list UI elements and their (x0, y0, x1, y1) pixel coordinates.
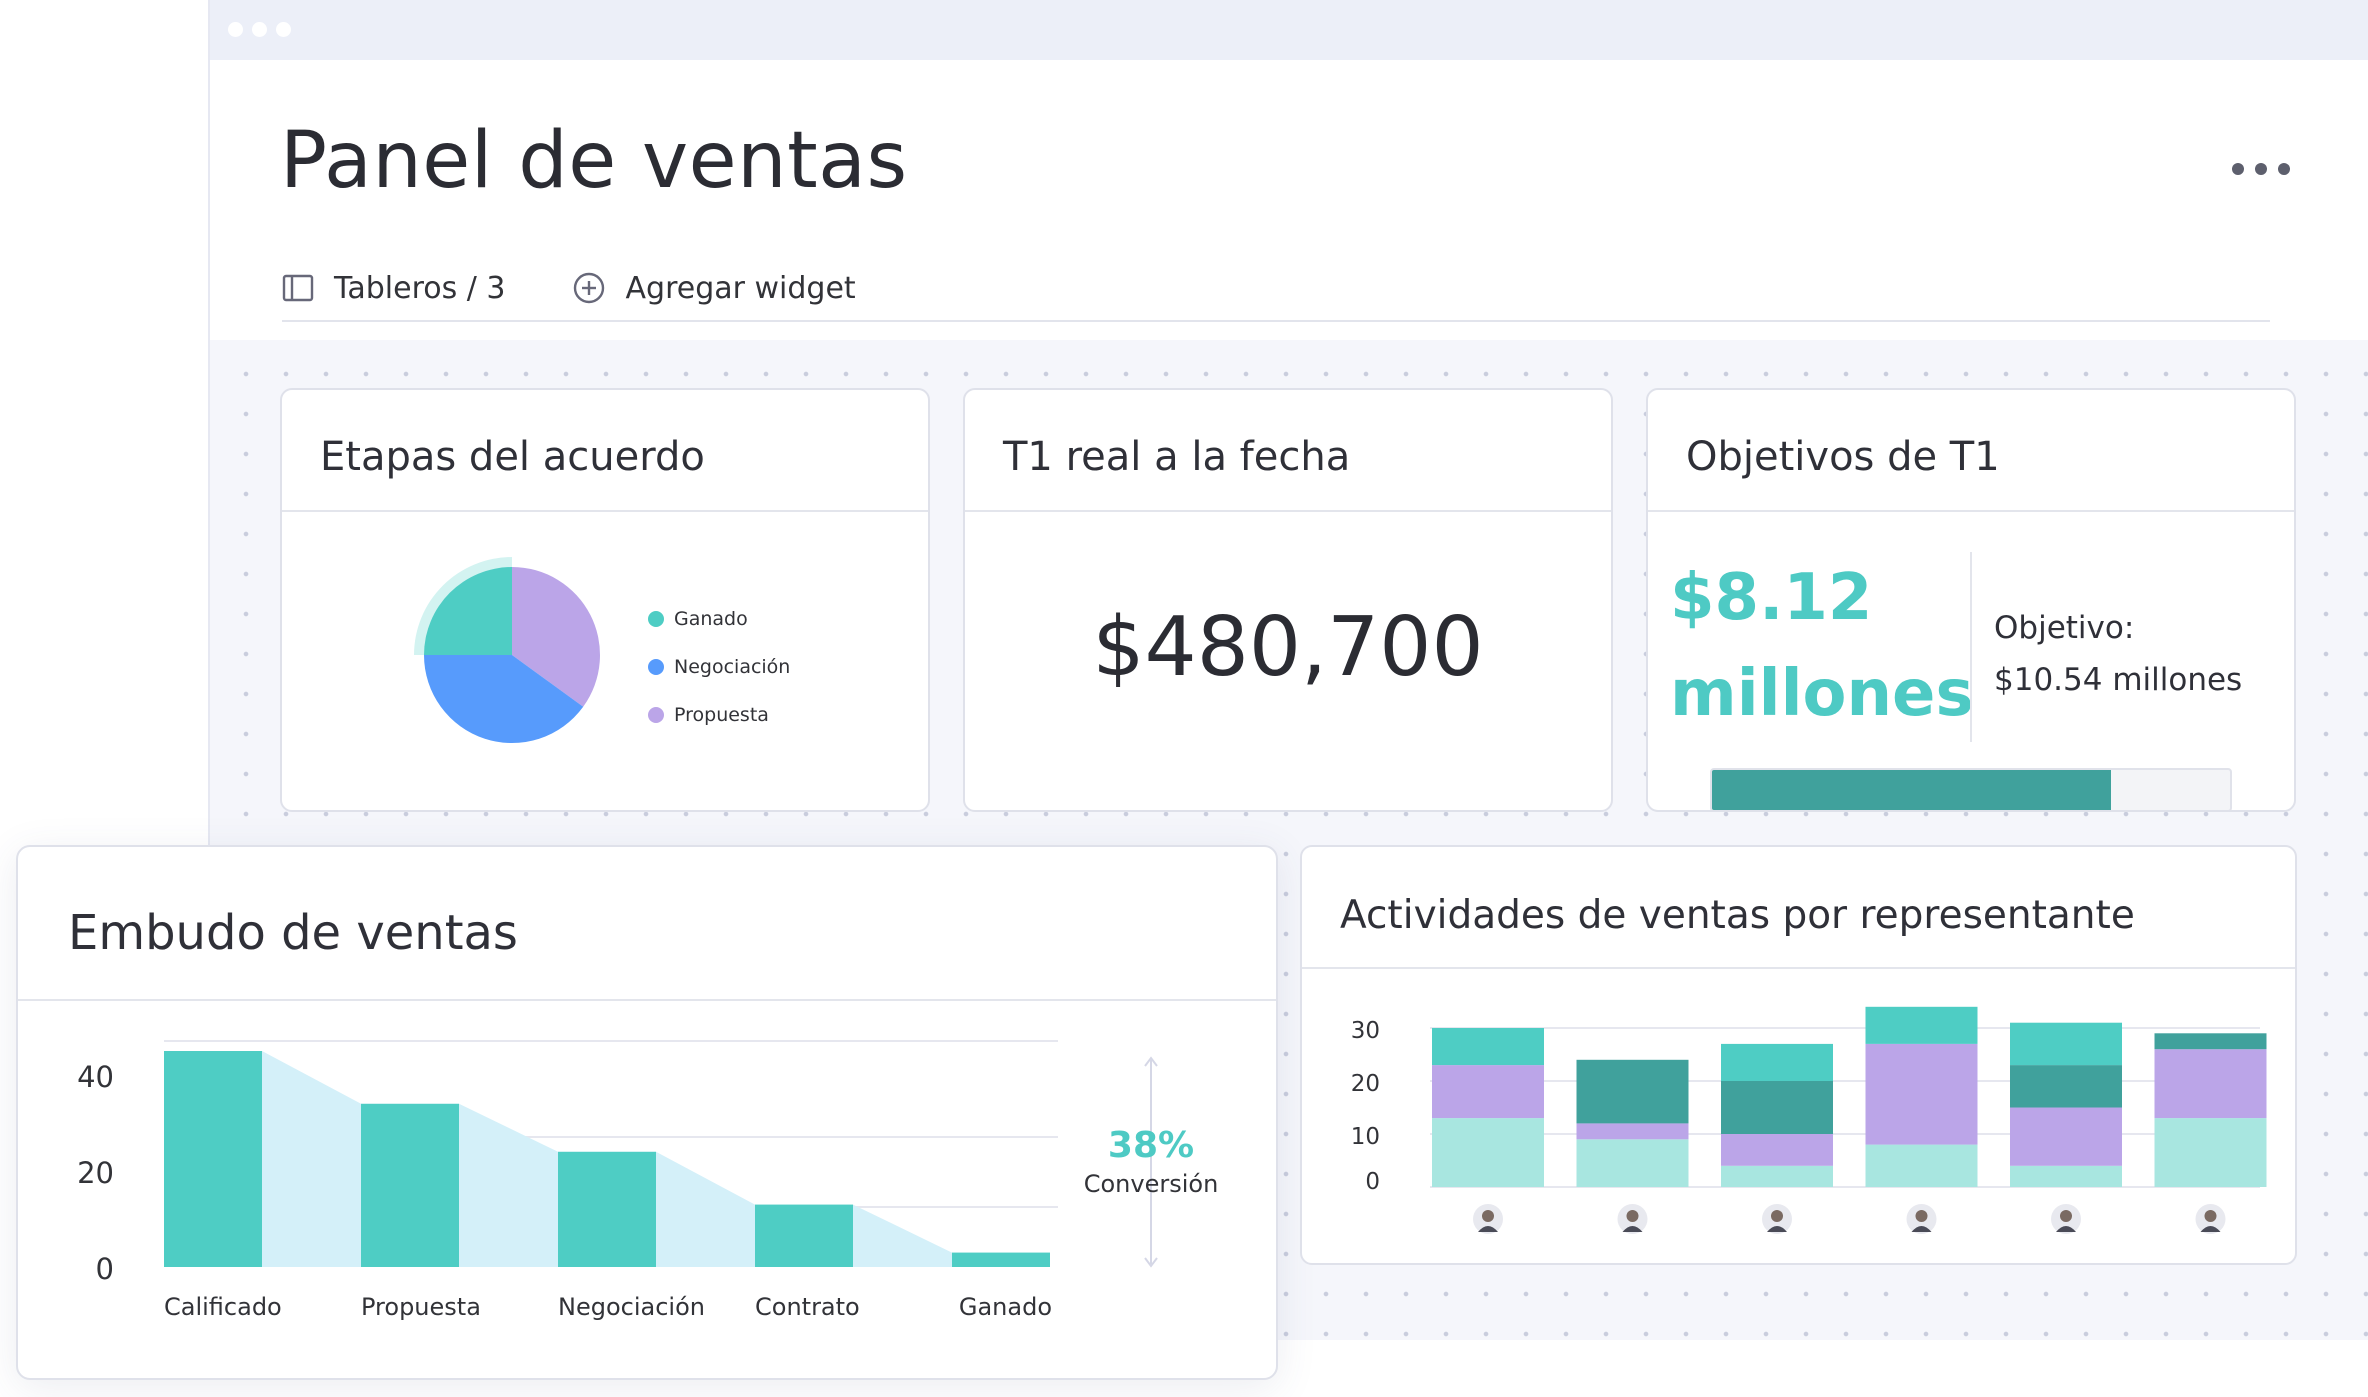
stacked-bar-segment (2010, 1107, 2122, 1166)
stacked-bar-segment (1432, 1118, 1544, 1187)
stacked-bar-segment (2010, 1165, 2122, 1187)
goal-target-label: Objetivo: (1994, 610, 2135, 646)
sales-activities-stacked-chart: 0 10 20 30 (1351, 1006, 2267, 1234)
funnel-bar (952, 1252, 1050, 1267)
avatar-head (2204, 1210, 2217, 1222)
q1-actual-widget[interactable]: T1 real a la fecha $480,700 (963, 388, 1613, 812)
y-tick-label: 10 (1351, 1124, 1380, 1150)
stacked-bar-segment (1576, 1139, 1689, 1187)
window-dot (276, 22, 291, 37)
y-tick-label: 20 (1351, 1071, 1380, 1097)
avatar-head (1771, 1210, 1783, 1222)
x-tick-label: Negociación (558, 1293, 705, 1321)
page-title: Panel de ventas (280, 116, 908, 206)
legend-item-proposal: Propuesta (648, 691, 790, 739)
y-tick-label: 20 (77, 1156, 114, 1190)
avatar-head (1482, 1210, 1494, 1222)
goal-target: Objetivo: $10.54 millones (1994, 602, 2242, 706)
window-dot (228, 22, 243, 37)
deal-stages-widget[interactable]: Etapas del acuerdo Ganado Negociación Pr… (280, 388, 930, 812)
legend-swatch (648, 707, 664, 723)
stacked-bar-segment (1721, 1043, 1833, 1081)
avatar-head (1915, 1210, 1928, 1222)
goal-progress-bar (1710, 768, 2232, 810)
more-options-icon[interactable] (2232, 160, 2290, 178)
conversion-percentage: 38% (1107, 1125, 1195, 1166)
legend-label: Propuesta (674, 704, 769, 726)
funnel-bar (361, 1103, 459, 1267)
widget-title: Objetivos de T1 (1686, 434, 2000, 480)
sales-activities-widget[interactable]: Actividades de ventas por representante … (1300, 845, 2297, 1265)
legend-swatch (648, 659, 664, 675)
goal-divider (1970, 552, 1972, 742)
widget-title: T1 real a la fecha (1003, 434, 1351, 480)
stacked-bar-segment (2010, 1065, 2122, 1108)
sidebar-panel-icon (282, 274, 314, 302)
stacked-bar-segment (1721, 1081, 1833, 1134)
funnel-bar (755, 1204, 853, 1267)
stacked-bar-segment (2010, 1022, 2122, 1066)
stacked-bar-segment (1721, 1165, 1833, 1187)
stacked-bar-segment (2154, 1049, 2267, 1119)
goal-value-unit: millones (1670, 657, 1974, 731)
legend-swatch (648, 611, 664, 627)
deal-stages-pie-chart (414, 557, 600, 743)
widget-divider (1648, 510, 2294, 512)
sales-funnel-widget[interactable]: Embudo de ventas 0 20 40 Calificado Propuest… (16, 845, 1278, 1380)
toolbar-divider (282, 320, 2270, 322)
x-tick-label: Calificado (164, 1293, 282, 1321)
widget-title: Etapas del acuerdo (320, 434, 705, 480)
stacked-bar-segment (1576, 1123, 1689, 1140)
legend-item-negotiation: Negociación (648, 643, 790, 691)
avatar-head (1626, 1210, 1639, 1222)
stacked-bar-segment (1432, 1065, 1544, 1119)
widget-divider (965, 510, 1611, 512)
stacked-bar-segment (1721, 1134, 1833, 1166)
y-tick-label: 40 (77, 1060, 114, 1094)
add-widget-label: Agregar widget (625, 270, 856, 306)
y-tick-label: 0 (96, 1252, 114, 1286)
x-tick-label: Contrato (755, 1293, 860, 1321)
conversion-label: Conversión (1083, 1170, 1219, 1198)
y-tick-label: 30 (1351, 1018, 1380, 1044)
stacked-bar-segment (1432, 1028, 1544, 1066)
dashboard-toolbar: Tableros / 3 Agregar widget (282, 266, 922, 310)
avatar-head (2060, 1210, 2072, 1222)
add-circle-icon (573, 272, 604, 304)
legend-item-won: Ganado (648, 595, 790, 643)
stacked-bar-segment (1576, 1059, 1689, 1124)
legend-label: Negociación (674, 656, 791, 678)
goal-target-value: $10.54 millones (1994, 662, 2243, 698)
stacked-bar-segment (1865, 1144, 1978, 1187)
pie-legend: Ganado Negociación Propuesta (648, 595, 790, 739)
q1-goals-widget[interactable]: Objetivos de T1 $8.12 millones Objetivo:… (1646, 388, 2296, 812)
stacked-bar-segment (2154, 1118, 2267, 1187)
pie-slice-ganado (424, 567, 512, 655)
x-tick-label: Ganado (959, 1293, 1052, 1321)
goal-progress-fill (1712, 770, 2111, 810)
sales-funnel-chart: 0 20 40 Calificado Propuesta Negociación Contr… (77, 1040, 1058, 1321)
legend-label: Ganado (674, 608, 748, 630)
stacked-bar-segment (1865, 1043, 1978, 1145)
add-widget-button[interactable]: Agregar widget (572, 271, 856, 306)
boards-label: Tableros / 3 (334, 270, 506, 306)
q1-actual-value: $480,700 (1092, 600, 1484, 695)
goal-value-amount: $8.12 (1670, 561, 1873, 635)
funnel-bar (558, 1151, 656, 1267)
y-tick-label: 0 (1365, 1169, 1380, 1195)
boards-button[interactable]: Tableros / 3 (282, 271, 506, 306)
funnel-bar (164, 1051, 262, 1267)
stacked-bar-segment (1865, 1006, 1978, 1044)
window-titlebar (210, 0, 2368, 60)
goal-current-value: $8.12 millones (1670, 550, 1974, 742)
x-tick-label: Propuesta (361, 1293, 481, 1321)
window-dot (252, 22, 267, 37)
stacked-bar-segment (2154, 1033, 2267, 1050)
